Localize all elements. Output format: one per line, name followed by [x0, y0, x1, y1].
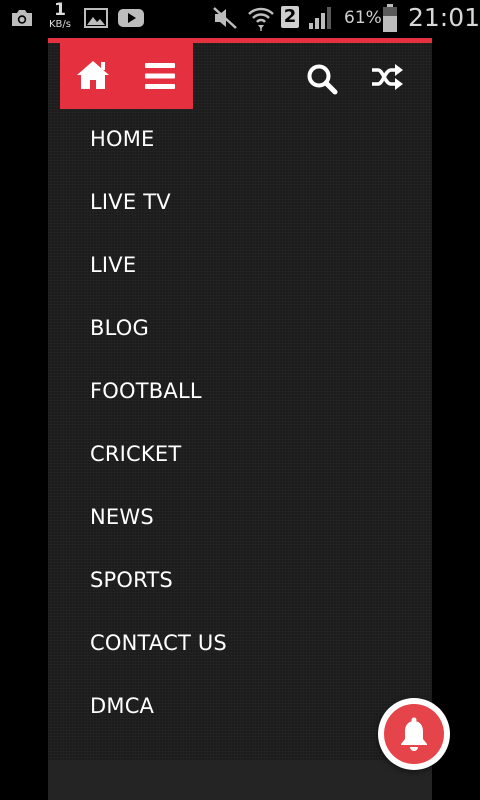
- network-speed-unit: KB/s: [49, 19, 71, 30]
- menu-item-live[interactable]: LIVE: [90, 253, 136, 277]
- menu-item-news[interactable]: NEWS: [90, 505, 154, 529]
- camera-icon: [10, 8, 34, 32]
- clock: 21:01: [408, 3, 480, 32]
- youtube-icon: [118, 9, 144, 31]
- menu-item-dmca[interactable]: DMCA: [90, 694, 154, 718]
- status-bar: 1 KB/s 2 61% 21:01: [0, 0, 480, 36]
- shuffle-icon[interactable]: [372, 64, 404, 94]
- menu-item-sports[interactable]: SPORTS: [90, 568, 173, 592]
- notification-bell-button[interactable]: [378, 698, 450, 770]
- bell-button-circle: [384, 704, 444, 764]
- signal-icon: [309, 7, 335, 33]
- search-icon[interactable]: [306, 63, 338, 99]
- bell-icon: [398, 717, 430, 755]
- menu-item-live-tv[interactable]: LIVE TV: [90, 190, 171, 214]
- menu-item-football[interactable]: FOOTBALL: [90, 379, 202, 403]
- network-speed: 1 KB/s: [44, 2, 76, 30]
- menu-icon[interactable]: [145, 63, 175, 93]
- battery-icon: [382, 4, 398, 36]
- panel-footer: [48, 760, 432, 800]
- mute-icon: [212, 6, 238, 34]
- menu-item-cricket[interactable]: CRICKET: [90, 442, 181, 466]
- wifi-icon: [247, 4, 275, 36]
- home-icon[interactable]: [75, 59, 111, 95]
- network-speed-value: 1: [54, 0, 66, 20]
- menu-panel: [48, 38, 432, 800]
- menu-item-home[interactable]: HOME: [90, 127, 155, 151]
- menu-item-contact-us[interactable]: CONTACT US: [90, 631, 227, 655]
- image-icon: [84, 8, 108, 32]
- menu-item-blog[interactable]: BLOG: [90, 316, 149, 340]
- sim-slot-badge: 2: [281, 6, 299, 28]
- battery-percent: 61%: [344, 8, 382, 28]
